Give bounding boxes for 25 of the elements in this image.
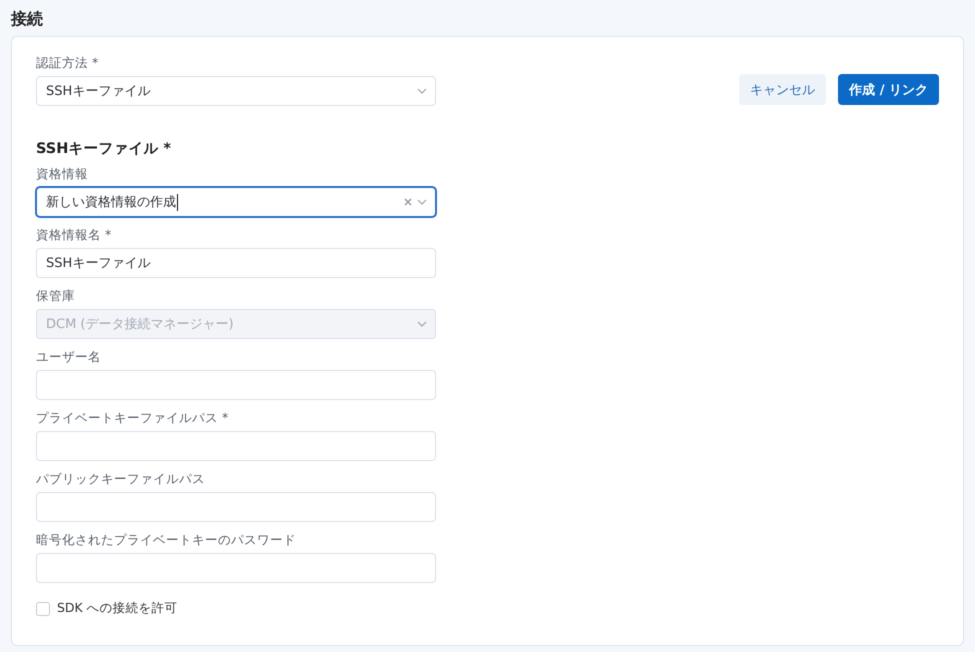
field-label: 暗号化されたプライベートキーのパスワード xyxy=(36,531,297,549)
input-field[interactable] xyxy=(36,370,436,400)
chevron-down-icon xyxy=(417,88,427,94)
close-icon[interactable] xyxy=(404,198,412,206)
chevron-down-icon xyxy=(417,321,427,327)
field-label: 保管庫 xyxy=(36,287,76,305)
field-label: 資格情報名 * xyxy=(36,226,112,244)
checkbox[interactable] xyxy=(36,602,50,616)
field-label: 認証方法 * xyxy=(36,54,100,72)
section-title: SSHキーファイル * xyxy=(36,140,172,159)
input-field[interactable]: SSHキーファイル xyxy=(36,248,436,278)
field-label: パブリックキーファイルパス xyxy=(36,470,206,488)
field-label: ユーザー名 xyxy=(36,348,102,366)
chevron-down-icon xyxy=(417,199,427,205)
input-field[interactable] xyxy=(36,492,436,522)
select-field[interactable]: SSHキーファイル xyxy=(36,76,436,106)
input-field[interactable] xyxy=(36,431,436,461)
field-label: 資格情報 xyxy=(36,165,89,183)
field-label: プライベートキーファイルパス * xyxy=(36,409,230,427)
input-field[interactable] xyxy=(36,553,436,583)
cancel-button[interactable]: キャンセル xyxy=(739,74,826,105)
select-field[interactable]: 新しい資格情報の作成 xyxy=(36,187,436,217)
checkbox-label: SDK への接続を許可 xyxy=(57,600,178,617)
create-button[interactable]: 作成 / リンク xyxy=(838,74,939,105)
section-heading: 接続 xyxy=(11,8,44,30)
